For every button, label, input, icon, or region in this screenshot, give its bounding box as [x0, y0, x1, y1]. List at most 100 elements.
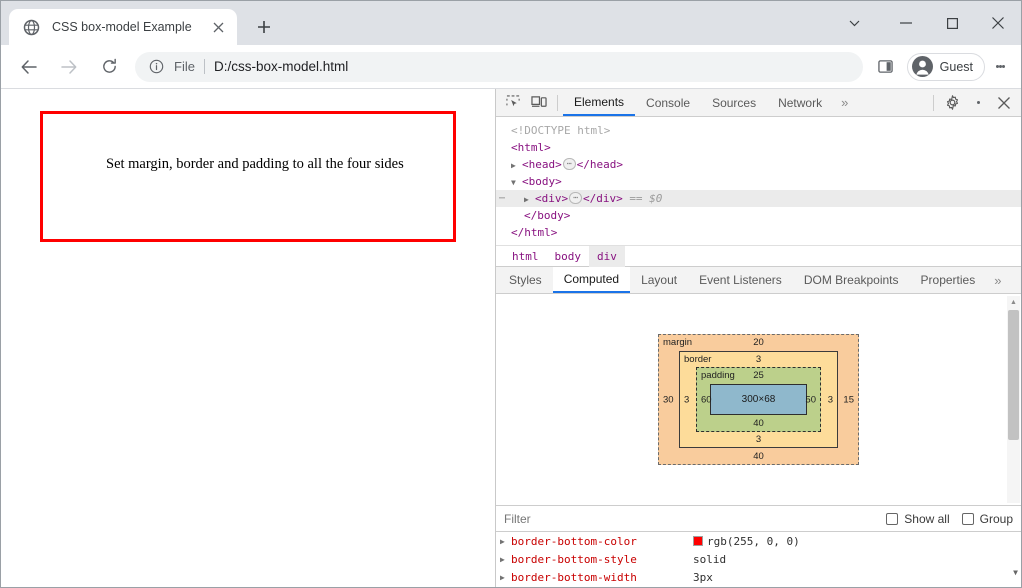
property-name: border-bottom-color: [511, 534, 637, 548]
profile-button[interactable]: Guest: [906, 52, 985, 81]
padding-top-value[interactable]: 25: [697, 370, 820, 381]
tab-event-listeners[interactable]: Event Listeners: [688, 267, 793, 293]
property-row[interactable]: ▶ border-bottom-style solid: [496, 550, 1021, 568]
chevron-down-icon[interactable]: ▼: [511, 174, 522, 191]
tab-layout[interactable]: Layout: [630, 267, 688, 293]
menu-dot: [976, 101, 980, 104]
tab-sources[interactable]: Sources: [701, 89, 767, 116]
inspect-element-icon[interactable]: [500, 91, 526, 115]
checkbox-box[interactable]: [886, 512, 899, 525]
scroll-up-icon[interactable]: ▲: [1007, 296, 1020, 309]
content-split: Set margin, border and padding to all th…: [1, 89, 1021, 587]
dom-tree[interactable]: <!DOCTYPE html> <html> ▶ <head> ⋯ </head> ▼…: [496, 117, 1021, 245]
chevron-right-icon[interactable]: ▶: [500, 537, 511, 546]
box-model-border[interactable]: border 3 3 3 3 padding 25 60 50 40 300×6…: [679, 351, 838, 448]
property-row[interactable]: ▶ border-bottom-width 3px: [496, 568, 1021, 586]
scroll-down-icon[interactable]: ▼: [1013, 568, 1018, 577]
chevron-right-icon[interactable]: ▶: [500, 573, 511, 582]
breadcrumb-item-body[interactable]: body: [547, 246, 590, 267]
three-dot-menu-icon[interactable]: [987, 52, 1013, 82]
tab-styles[interactable]: Styles: [498, 267, 553, 293]
border-top-value[interactable]: 3: [680, 354, 837, 365]
padding-left-value[interactable]: 60: [701, 394, 712, 405]
menu-dot: [1001, 65, 1005, 68]
checkbox-box[interactable]: [961, 512, 974, 525]
tab-computed[interactable]: Computed: [552, 267, 631, 293]
device-toolbar-icon[interactable]: [526, 91, 552, 115]
dom-node-html-close[interactable]: </html>: [496, 224, 1021, 241]
tab-elements[interactable]: Elements: [563, 89, 636, 116]
forward-arrow-icon[interactable]: [53, 51, 85, 83]
devtools-close-icon[interactable]: [991, 91, 1017, 115]
tabs-overflow-icon[interactable]: »: [833, 89, 856, 116]
devtools-toolbar: Elements Console Sources Network »: [496, 89, 1021, 117]
property-row[interactable]: ▶ border-bottom-color rgb(255, 0, 0): [496, 532, 1021, 550]
property-row[interactable]: ▶ border-image-outset 0: [496, 586, 1021, 587]
info-circle-icon: [149, 59, 165, 75]
gear-icon[interactable]: [939, 91, 965, 115]
url-scheme-label: File: [174, 59, 195, 74]
computed-properties-list[interactable]: ▶ border-bottom-color rgb(255, 0, 0) ▶ b…: [496, 531, 1021, 587]
border-right-value[interactable]: 3: [828, 394, 833, 405]
maximize-icon[interactable]: [929, 3, 975, 43]
margin-top-value[interactable]: 20: [659, 337, 858, 348]
row-menu-icon[interactable]: ⋯: [499, 190, 505, 207]
box-model-padding[interactable]: padding 25 60 50 40 300×68: [696, 367, 821, 432]
box-model-content[interactable]: 300×68: [710, 384, 807, 415]
property-value-text: rgb(255, 0, 0): [707, 534, 800, 548]
collapsed-children-badge[interactable]: ⋯: [562, 158, 576, 170]
color-swatch-icon[interactable]: [693, 536, 703, 546]
address-bar[interactable]: File D:/css-box-model.html: [135, 51, 863, 82]
dom-node-head[interactable]: ▶ <head> ⋯ </head>: [496, 156, 1021, 173]
breadcrumb: html body div: [496, 245, 1021, 267]
padding-bottom-value[interactable]: 40: [697, 418, 820, 429]
filter-input[interactable]: [504, 511, 875, 526]
border-bottom-value[interactable]: 3: [680, 434, 837, 445]
property-name: border-bottom-style: [511, 552, 637, 566]
profile-label: Guest: [939, 59, 973, 74]
toolbar-divider: [557, 94, 558, 111]
browser-tab[interactable]: CSS box-model Example: [9, 9, 237, 45]
border-left-value[interactable]: 3: [684, 394, 689, 405]
scrollbar-thumb[interactable]: [1008, 310, 1019, 440]
tab-console[interactable]: Console: [635, 89, 701, 116]
reload-icon[interactable]: [93, 51, 125, 83]
back-arrow-icon[interactable]: [13, 51, 45, 83]
margin-left-value[interactable]: 30: [663, 394, 674, 405]
tab-properties[interactable]: Properties: [910, 267, 987, 293]
breadcrumb-item-html[interactable]: html: [504, 246, 547, 267]
chevron-right-icon[interactable]: ▶: [511, 157, 522, 174]
minimize-icon[interactable]: [883, 3, 929, 43]
dom-node-text: <div> ⋯ </div> == $0: [535, 192, 663, 205]
margin-right-value[interactable]: 15: [843, 394, 854, 405]
show-all-checkbox[interactable]: Show all: [886, 512, 950, 526]
chevron-down-icon[interactable]: [825, 3, 883, 43]
property-value-text: solid: [693, 552, 727, 566]
breadcrumb-item-div[interactable]: div: [589, 245, 625, 267]
collapsed-children-badge[interactable]: ⋯: [569, 192, 582, 204]
dom-node-doctype[interactable]: <!DOCTYPE html>: [496, 122, 1021, 139]
window-close-icon[interactable]: [975, 3, 1021, 43]
dom-node-html-open[interactable]: <html>: [496, 139, 1021, 156]
chevron-right-icon[interactable]: ▶: [500, 555, 511, 564]
tab-network[interactable]: Network: [767, 89, 833, 116]
sub-tabs-overflow-icon[interactable]: »: [986, 267, 1009, 294]
property-name: border-bottom-width: [511, 570, 637, 584]
side-panel-icon[interactable]: [871, 52, 901, 82]
box-model-margin[interactable]: margin 20 30 15 40 border 3 3 3 3 paddin…: [658, 334, 859, 465]
devtools-more-icon[interactable]: [965, 91, 991, 115]
margin-bottom-value[interactable]: 40: [659, 451, 858, 462]
padding-right-value[interactable]: 50: [805, 394, 816, 405]
chevron-right-icon[interactable]: ▶: [524, 191, 535, 208]
dom-node-text: <!DOCTYPE html>: [511, 124, 611, 137]
demo-box: Set margin, border and padding to all th…: [40, 111, 456, 242]
dom-node-body-close[interactable]: </body>: [496, 207, 1021, 224]
dom-node-div-selected[interactable]: ⋯ ▶ <div> ⋯ </div> == $0: [496, 190, 1021, 207]
group-checkbox[interactable]: Group: [961, 512, 1013, 526]
new-tab-button[interactable]: [249, 12, 279, 42]
dom-node-body-open[interactable]: ▼ <body>: [496, 173, 1021, 190]
dom-node-text: <body>: [522, 175, 562, 188]
tab-dom-breakpoints[interactable]: DOM Breakpoints: [793, 267, 910, 293]
close-icon[interactable]: [209, 18, 227, 36]
computed-pane-scrollbar[interactable]: ▲: [1007, 296, 1020, 503]
